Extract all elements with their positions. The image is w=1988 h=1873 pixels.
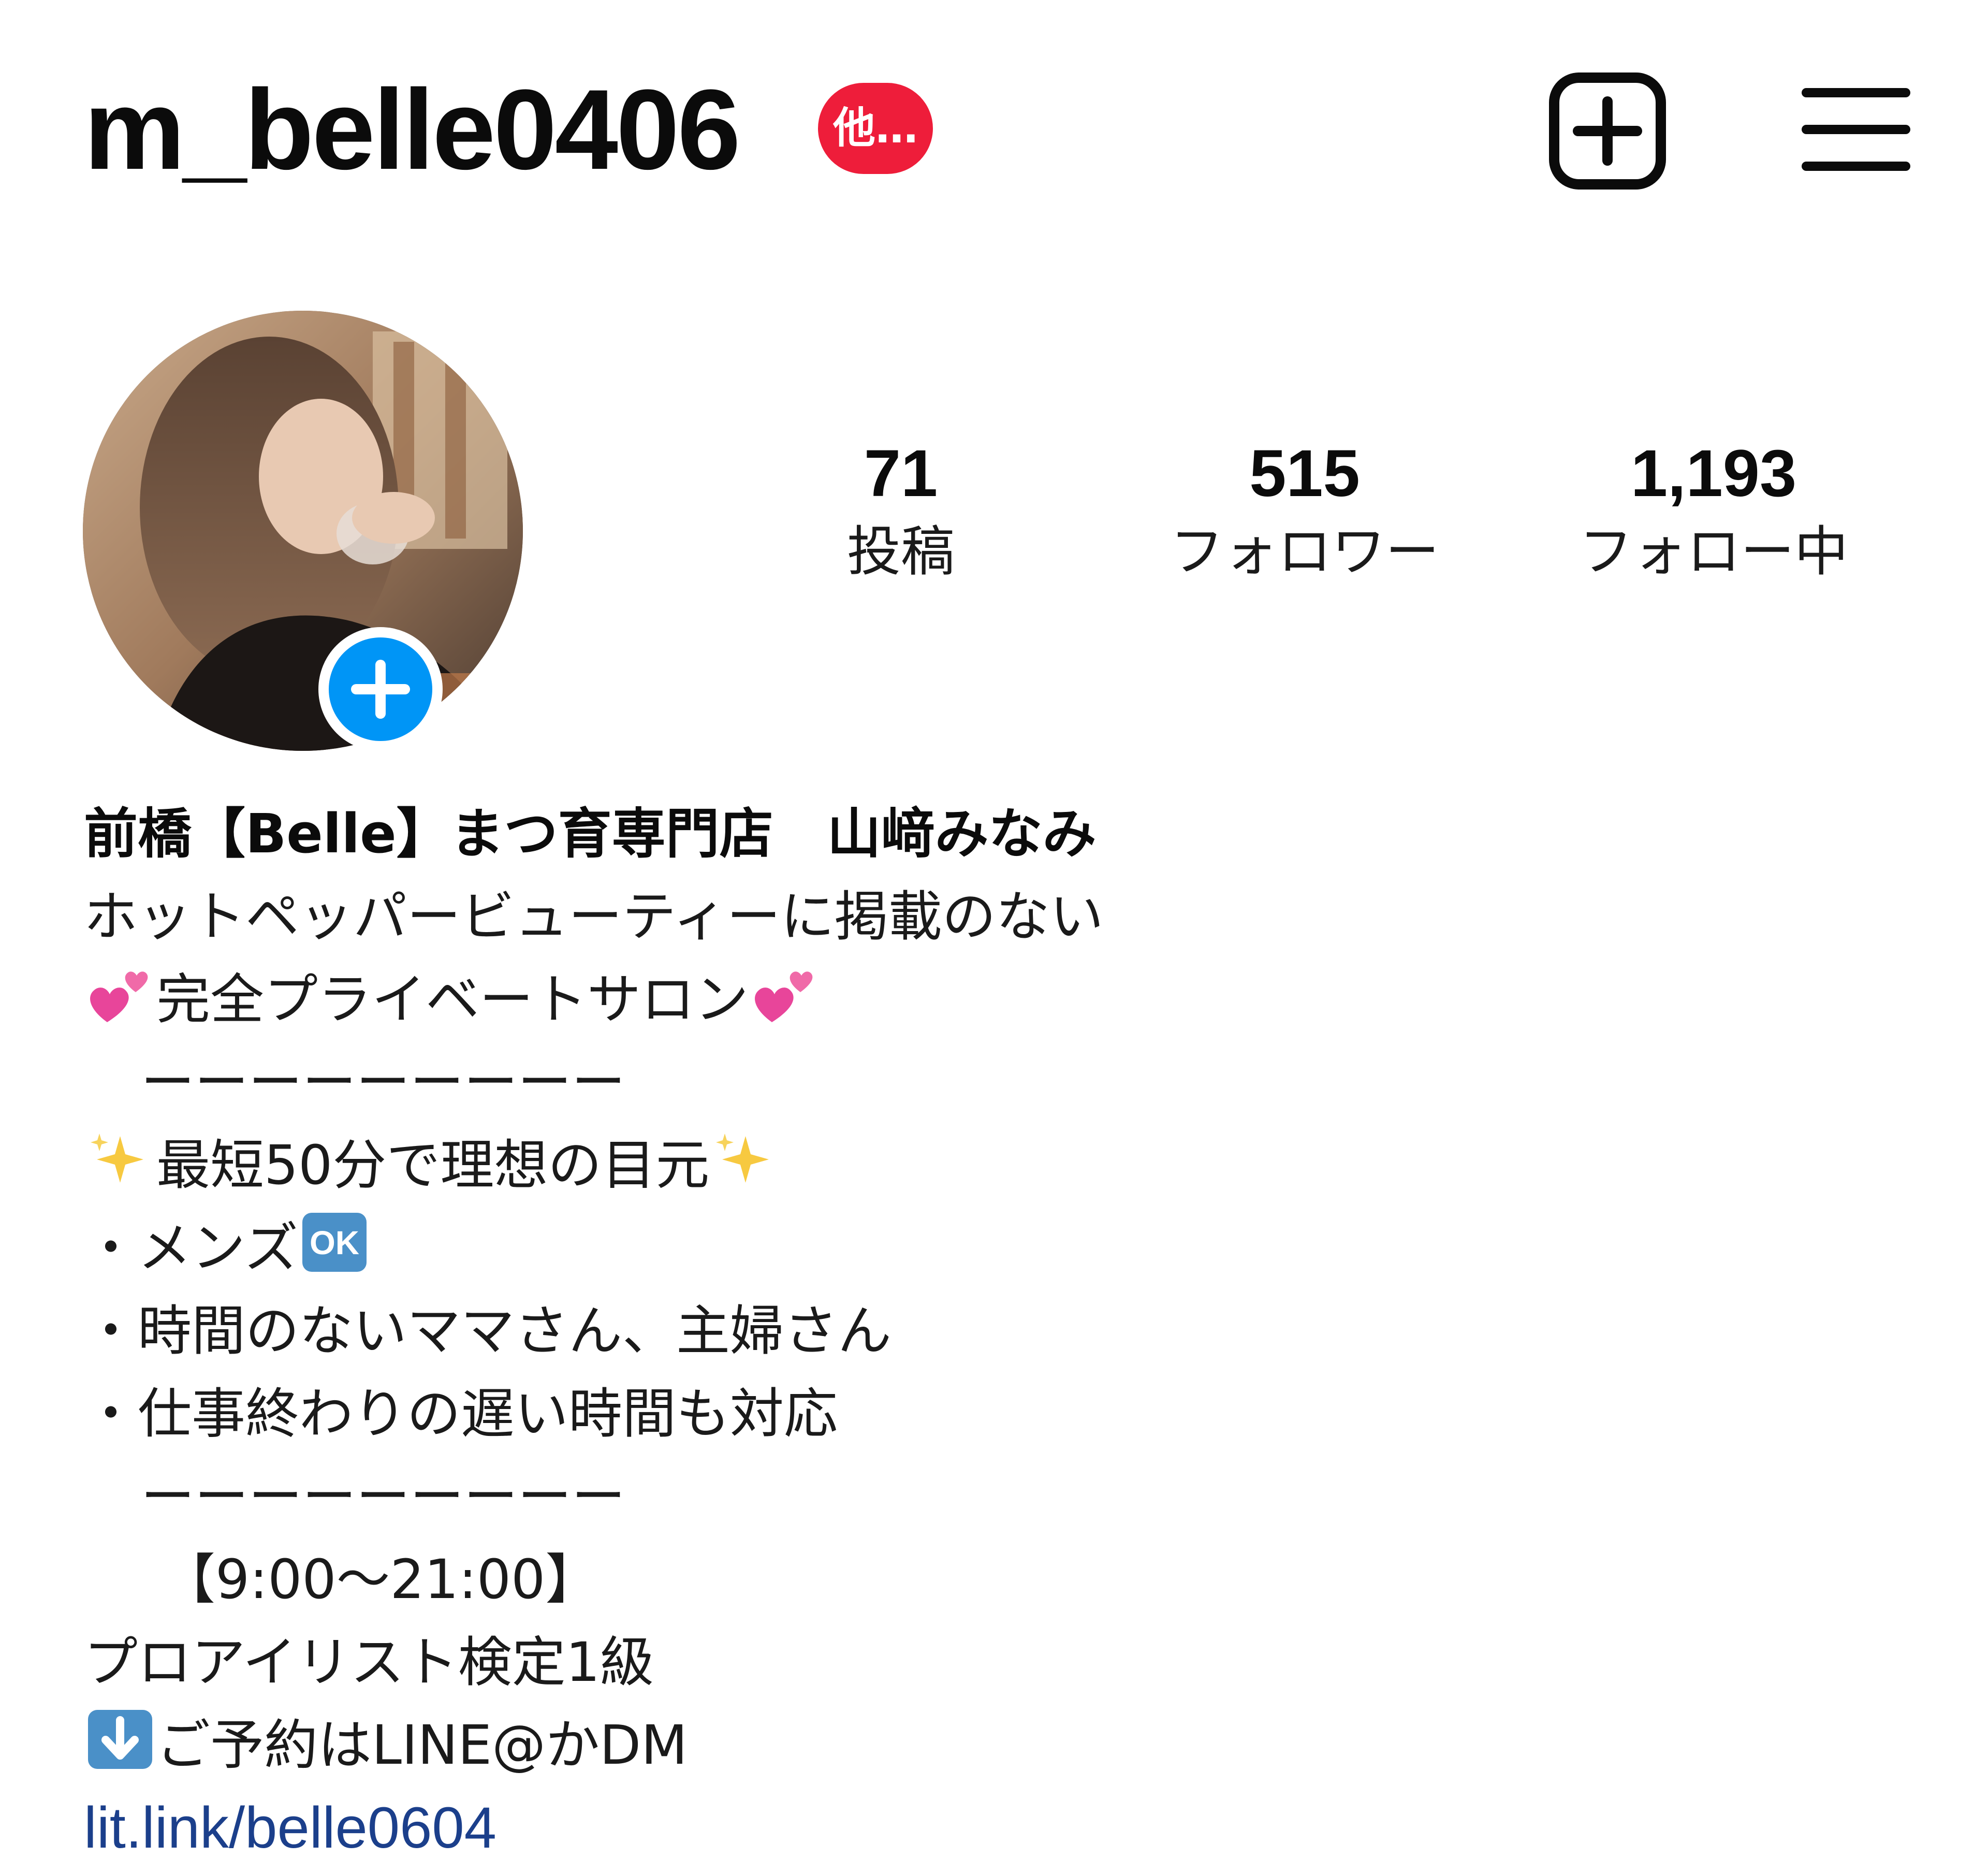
stat-following[interactable]: 1,193 フォロー中	[1532, 435, 1895, 590]
sparkles-icon	[84, 1126, 156, 1193]
display-name: 前橋【Belle】まつ育専門店 山﨑みなみ	[84, 802, 1097, 865]
stat-followers[interactable]: 515 フォロワー	[1123, 435, 1486, 590]
bio-line: ホットペッパービューティーに掲載のない	[84, 885, 1104, 948]
add-story-button[interactable]	[316, 625, 445, 754]
stat-label: フォロワー	[1170, 520, 1439, 583]
bio-hours: 【9:00～21:00】	[84, 1538, 1896, 1621]
svg-text:OK: OK	[310, 1224, 359, 1261]
bio-link[interactable]: lit.link/belle0604	[84, 1787, 1896, 1869]
bio-line-text: ・メンズ	[84, 1216, 298, 1280]
stat-value: 71	[864, 437, 938, 511]
ok-button-icon: OK	[298, 1209, 371, 1276]
bio-divider-text: ーーーーーーーーー	[141, 1051, 626, 1114]
plus-circle-icon	[318, 627, 443, 751]
stat-label: フォロー中	[1578, 520, 1848, 583]
two-hearts-icon	[749, 960, 821, 1027]
bio-line: 最短50分で理想の目元	[84, 1124, 1896, 1207]
stat-value: 515	[1249, 437, 1360, 511]
bio-divider: ーーーーーーーーー	[84, 1455, 1896, 1538]
bio-line-text: ご予約はLINE@かDM	[156, 1714, 688, 1777]
bio-line: ・時間のないママさん、主婦さん	[84, 1299, 892, 1362]
hamburger-menu-icon	[1802, 88, 1910, 171]
avatar[interactable]	[83, 311, 523, 751]
plus-square-icon	[1549, 72, 1666, 190]
avatar-container[interactable]	[83, 311, 528, 756]
stat-value: 1,193	[1630, 437, 1797, 511]
bio-line: ・仕事終わりの遅い時間も対応	[84, 1382, 838, 1445]
bio-line: 完全プライベートサロン	[84, 958, 1896, 1041]
menu-button[interactable]	[1802, 83, 1910, 176]
notification-badge[interactable]: 他…	[818, 83, 933, 174]
bio-line: ご予約はLINE@かDM	[84, 1704, 1896, 1787]
bio: 前橋【Belle】まつ育専門店 山﨑みなみ ホットペッパービューティーに掲載のな…	[84, 792, 1896, 1869]
bio-line-text: 完全プライベートサロン	[156, 968, 749, 1031]
new-post-button[interactable]	[1548, 71, 1667, 191]
bio-divider-text: ーーーーーーーーー	[141, 1465, 626, 1528]
two-hearts-icon	[84, 960, 156, 1027]
bio-divider: ーーーーーーーーー	[84, 1041, 1896, 1124]
bio-line-text: 最短50分で理想の目元	[156, 1134, 710, 1197]
stat-posts[interactable]: 71 投稿	[720, 435, 1082, 590]
username[interactable]: m_belle0406	[84, 67, 741, 192]
profile-photo	[83, 311, 523, 751]
sparkles-icon	[709, 1126, 782, 1193]
bio-line: プロアイリスト検定1級	[84, 1631, 654, 1694]
bio-line: ・メンズ OK	[84, 1207, 1896, 1289]
bio-hours-text: 【9:00～21:00】	[162, 1548, 600, 1611]
down-arrow-icon	[84, 1706, 156, 1773]
profile-header: m_belle0406 他…	[0, 0, 1988, 249]
stat-label: 投稿	[846, 520, 955, 583]
